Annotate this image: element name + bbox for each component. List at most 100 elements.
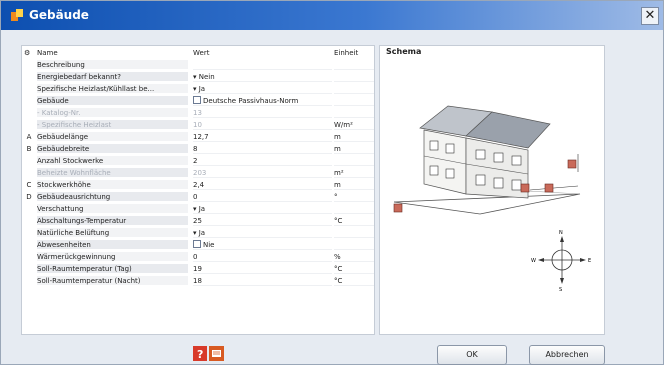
- marker-d: [393, 203, 403, 213]
- table-row[interactable]: Spezifische Heizlast/Kühllast be... ▾ Ja: [22, 84, 374, 94]
- table-row[interactable]: Abwesenheiten Nie: [22, 240, 374, 250]
- table-row[interactable]: Natürliche Belüftung ▾ Ja: [22, 228, 374, 238]
- property-name: Spezifische Heizlast/Kühllast be...: [37, 84, 188, 94]
- property-value-text: 13: [193, 109, 202, 117]
- property-unit: m: [334, 180, 374, 190]
- property-value[interactable]: 25: [193, 216, 332, 226]
- property-unit: [334, 240, 374, 250]
- property-value-text: 203: [193, 169, 207, 177]
- property-value[interactable]: 8: [193, 144, 332, 154]
- building-app-icon: [11, 9, 23, 21]
- table-row[interactable]: Abschaltungs-Temperatur 25 °C: [22, 216, 374, 226]
- property-name: Natürliche Belüftung: [37, 228, 188, 238]
- property-value[interactable]: 13: [193, 108, 332, 118]
- table-row[interactable]: Beheizte Wohnfläche 203 m²: [22, 168, 374, 178]
- property-unit: [334, 72, 374, 82]
- property-value[interactable]: 10: [193, 120, 332, 130]
- table-row[interactable]: A Gebäudelänge 12,7 m: [22, 132, 374, 142]
- table-row[interactable]: D Gebäudeausrichtung 0 °: [22, 192, 374, 202]
- property-name: Beschreibung: [37, 60, 188, 70]
- column-header-value[interactable]: Wert: [193, 46, 209, 60]
- property-name: - Katalog-Nr.: [37, 108, 188, 118]
- property-value[interactable]: 203: [193, 168, 332, 178]
- property-name: - Spezifische Heizlast: [37, 120, 188, 130]
- property-value[interactable]: 2: [193, 156, 332, 166]
- marker-a: [520, 183, 530, 193]
- table-row[interactable]: Gebäude Deutsche Passivhaus-Norm: [22, 96, 374, 106]
- table-row[interactable]: Anzahl Stockwerke 2: [22, 156, 374, 166]
- property-value[interactable]: ▾ Ja: [193, 84, 332, 94]
- table-row[interactable]: - Spezifische Heizlast 10 W/m²: [22, 120, 374, 130]
- property-unit: [334, 204, 374, 214]
- property-value[interactable]: 19: [193, 264, 332, 274]
- property-value[interactable]: 0: [193, 192, 332, 202]
- property-unit: [334, 96, 374, 106]
- property-value[interactable]: Nie: [193, 240, 332, 250]
- compass-icon: N S E W: [531, 230, 591, 293]
- property-name: Gebäudeausrichtung: [37, 192, 188, 202]
- property-name: Verschattung: [37, 204, 188, 214]
- svg-text:?: ?: [197, 348, 203, 361]
- property-value[interactable]: 2,4: [193, 180, 332, 190]
- property-value[interactable]: 0: [193, 252, 332, 262]
- house-drawing: [393, 105, 581, 215]
- table-row[interactable]: - Katalog-Nr. 13: [22, 108, 374, 118]
- table-row[interactable]: Verschattung ▾ Ja: [22, 204, 374, 214]
- property-name: Gebäudelänge: [37, 132, 188, 142]
- help-icon[interactable]: ?: [193, 346, 207, 361]
- checkbox-icon[interactable]: [193, 240, 201, 248]
- property-name: Energiebedarf bekannt?: [37, 72, 188, 82]
- property-unit: m: [334, 144, 374, 154]
- title-bar[interactable]: Gebäude ✕: [1, 1, 663, 30]
- property-value-text: 2: [193, 157, 198, 165]
- compass-s: S: [559, 287, 562, 293]
- row-marker: C: [26, 181, 32, 189]
- table-row[interactable]: Soll-Raumtemperatur (Nacht) 18 °C: [22, 276, 374, 286]
- property-unit: [334, 84, 374, 94]
- compass-w: W: [531, 258, 536, 264]
- property-unit: °C: [334, 276, 374, 286]
- property-name: Abwesenheiten: [37, 240, 188, 250]
- row-marker: A: [26, 133, 32, 141]
- dialog-window: Gebäude ✕ ⚙ Name Wert Einheit Beschreibu…: [0, 0, 664, 365]
- property-value[interactable]: ▾ Ja: [193, 228, 332, 238]
- property-value-text: 25: [193, 217, 202, 225]
- property-value-text: 19: [193, 265, 202, 273]
- property-value-text: ▾ Ja: [193, 85, 206, 93]
- table-row[interactable]: Beschreibung: [22, 60, 374, 70]
- table-row[interactable]: B Gebäudebreite 8 m: [22, 144, 374, 154]
- settings-icon[interactable]: ⚙: [24, 46, 30, 60]
- property-unit: [334, 228, 374, 238]
- property-value-text: 8: [193, 145, 198, 153]
- table-row[interactable]: C Stockwerkhöhe 2,4 m: [22, 180, 374, 190]
- property-value[interactable]: ▾ Nein: [193, 72, 332, 82]
- checkbox-icon[interactable]: [193, 96, 201, 104]
- column-header-name[interactable]: Name: [37, 46, 58, 60]
- property-value-text: 0: [193, 253, 198, 261]
- property-name: Soll-Raumtemperatur (Tag): [37, 264, 188, 274]
- property-unit: [334, 156, 374, 166]
- property-value[interactable]: 18: [193, 276, 332, 286]
- property-value[interactable]: [193, 60, 332, 70]
- table-row[interactable]: Wärmerückgewinnung 0%: [22, 252, 374, 262]
- property-value-text: 18: [193, 277, 202, 285]
- row-marker: D: [26, 193, 32, 201]
- table-row[interactable]: Energiebedarf bekannt? ▾ Nein: [22, 72, 374, 82]
- table-row[interactable]: Soll-Raumtemperatur (Tag) 19 °C: [22, 264, 374, 274]
- property-value[interactable]: ▾ Ja: [193, 204, 332, 214]
- export-pdf-icon[interactable]: [209, 346, 224, 361]
- cancel-button[interactable]: Abbrechen: [529, 345, 605, 365]
- property-value[interactable]: Deutsche Passivhaus-Norm: [193, 96, 332, 106]
- property-value-text: ▾ Ja: [193, 205, 206, 213]
- compass-n: N: [559, 230, 563, 236]
- close-button[interactable]: ✕: [641, 7, 659, 25]
- property-unit: °: [334, 192, 374, 202]
- schema-panel: Schema N S E W: [379, 45, 605, 335]
- property-value[interactable]: 12,7: [193, 132, 332, 142]
- column-header-unit[interactable]: Einheit: [334, 46, 358, 60]
- property-unit: W/m²: [334, 120, 374, 130]
- window-title: Gebäude: [29, 8, 89, 22]
- property-name: Gebäude: [37, 96, 188, 106]
- properties-table: ⚙ Name Wert Einheit Beschreibung Energieb…: [21, 45, 375, 335]
- ok-button[interactable]: OK: [437, 345, 507, 365]
